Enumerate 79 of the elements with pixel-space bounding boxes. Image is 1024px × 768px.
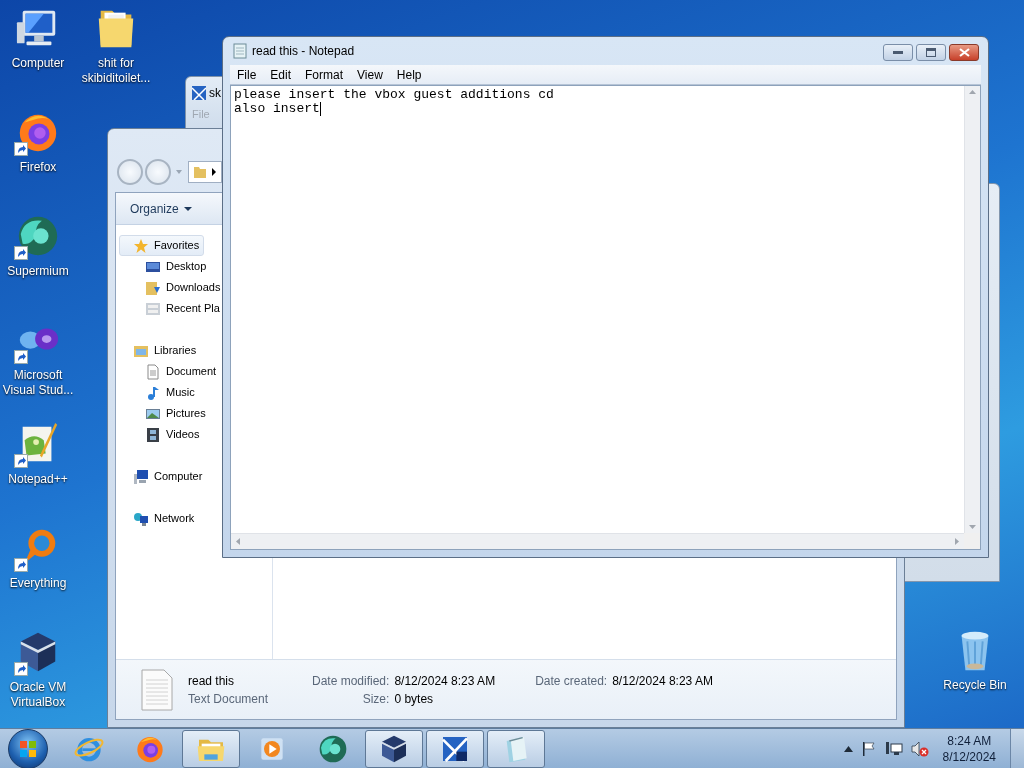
horizontal-scrollbar[interactable] <box>231 533 964 549</box>
nav-item[interactable]: Desktop <box>119 256 212 277</box>
desktop-icon-label[interactable]: Recycle Bin <box>943 676 1007 694</box>
desktop-icon-label[interactable]: shit for skibiditoilet... <box>76 56 156 86</box>
desktop-icon-label[interactable]: Notepad++ <box>8 472 68 487</box>
nav-item[interactable]: Downloads <box>119 277 226 298</box>
folder-icon <box>193 165 207 179</box>
network-icon <box>133 510 149 527</box>
nav-group[interactable]: Network <box>119 508 200 529</box>
nav-item[interactable]: Pictures <box>119 403 211 424</box>
show-desktop-button[interactable] <box>1010 729 1024 768</box>
breadcrumb-arrow-icon[interactable] <box>211 168 217 176</box>
scroll-right-arrow-icon[interactable] <box>955 538 959 545</box>
nav-item[interactable]: Music <box>119 382 200 403</box>
music-note-icon <box>145 384 161 401</box>
detail-value: 8/12/2024 8:23 AM <box>612 672 713 690</box>
scroll-left-arrow-icon[interactable] <box>236 538 240 545</box>
desktop-icon-label[interactable]: Oracle VM VirtualBox <box>0 680 76 710</box>
close-button[interactable] <box>949 44 979 61</box>
maximize-icon <box>926 48 936 57</box>
desktop-icon-label[interactable]: Firefox <box>19 160 57 175</box>
text-line: also insert <box>234 102 320 116</box>
nav-group[interactable]: Favorites <box>119 235 205 256</box>
film-strip-icon <box>145 426 161 443</box>
window-title: sk <box>209 85 221 102</box>
nav-group[interactable]: Computer <box>119 466 208 487</box>
desktop-icon-label[interactable]: Everything <box>9 576 67 591</box>
show-hidden-icons-icon[interactable] <box>843 745 853 752</box>
nav-item[interactable]: Document <box>119 361 222 382</box>
taskbar-app[interactable] <box>365 729 423 768</box>
minimize-button[interactable] <box>883 44 913 61</box>
detail-label: Size: <box>361 690 390 708</box>
organize-button[interactable]: Organize <box>126 197 196 220</box>
nav-item[interactable]: Videos <box>119 424 205 445</box>
detail-label: Date created: <box>534 672 608 690</box>
menu-item[interactable]: Format <box>298 65 351 84</box>
address-bar[interactable] <box>188 161 222 183</box>
detail-value: 8/12/2024 8:23 AM <box>394 672 496 690</box>
download-folder-icon <box>145 279 161 296</box>
nav-item[interactable]: Recent Pla <box>119 298 225 319</box>
computer-icon <box>133 468 149 485</box>
menu-item[interactable]: File <box>230 65 264 84</box>
desktop-icon-label[interactable]: Microsoft Visual Stud... <box>0 368 76 398</box>
volume-muted-icon[interactable] <box>910 740 929 757</box>
vertical-scrollbar[interactable] <box>964 86 980 533</box>
window-title: read this - Notepad <box>252 43 355 60</box>
nav-group[interactable]: Libraries <box>119 340 202 361</box>
recent-places-icon <box>145 300 161 317</box>
maximize-button[interactable] <box>916 44 946 61</box>
text-cursor <box>319 102 321 116</box>
dropdown-caret-icon[interactable] <box>175 168 183 176</box>
text-line: please insert the vbox guest additions cd <box>234 88 554 102</box>
close-icon <box>958 48 970 57</box>
desktop-icon-label[interactable]: Supermium <box>7 264 69 279</box>
caret-icon <box>183 205 192 212</box>
scroll-down-arrow-icon[interactable] <box>969 525 976 529</box>
star-icon <box>133 237 149 254</box>
windows-logo-icon <box>19 739 37 758</box>
minimize-icon <box>892 50 904 55</box>
flag-icon[interactable] <box>860 740 877 757</box>
window-cross-icon <box>192 86 206 100</box>
clock[interactable]: 8:24 AM 8/12/2024 <box>936 732 1002 765</box>
taskbar-app[interactable] <box>426 729 484 768</box>
start-button[interactable] <box>8 728 48 768</box>
back-button[interactable] <box>117 159 143 185</box>
file-name: read this <box>188 672 236 690</box>
forward-button[interactable] <box>145 159 171 185</box>
document-icon <box>145 363 161 380</box>
menu-item[interactable]: Edit <box>263 65 299 84</box>
menu-item[interactable]: View <box>350 65 390 84</box>
menu-item[interactable]: Help <box>389 65 429 84</box>
text-file-icon <box>140 667 174 712</box>
file-type: Text Document <box>188 690 270 708</box>
network-icon[interactable] <box>884 740 903 757</box>
detail-value: 0 bytes <box>394 690 435 708</box>
notepad-icon <box>233 43 247 59</box>
detail-label: Date modified: <box>312 672 390 690</box>
scroll-up-arrow-icon[interactable] <box>969 90 976 94</box>
desktop-icon-label[interactable]: Computer <box>11 56 65 71</box>
